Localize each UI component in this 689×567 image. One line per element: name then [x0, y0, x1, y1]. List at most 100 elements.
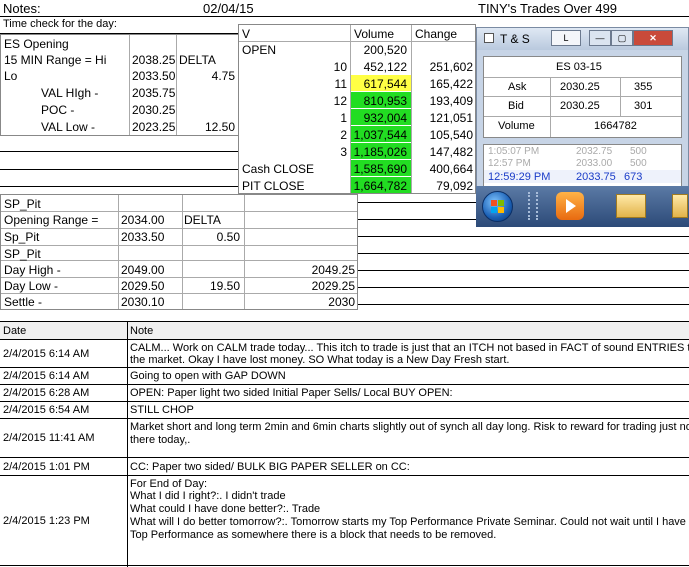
sp-row-extra: 19.50	[209, 279, 240, 293]
media-player-icon[interactable]	[556, 192, 584, 220]
app-icon	[484, 33, 494, 43]
notes-label: Notes:	[3, 1, 41, 16]
window-title: T & S	[500, 32, 530, 46]
trade-price: 2032.75	[576, 146, 613, 157]
log-note-line: For End of Day:	[130, 478, 208, 490]
cash-close-volume: 1,585,690	[353, 162, 407, 176]
taskbar	[476, 186, 689, 227]
log-note-line: What could I have done better?:. Trade	[130, 503, 321, 515]
log-date: 2/4/2015 1:23 PM	[3, 515, 90, 527]
trade-size: 500	[630, 158, 647, 169]
row-volume: 617,544	[363, 77, 407, 91]
es-row-value: 2033.50	[132, 69, 176, 83]
log-note-line: there today,.	[130, 434, 191, 446]
row-v: 12	[333, 94, 347, 108]
log-date: 2/4/2015 6:14 AM	[3, 370, 90, 382]
folder-icon[interactable]	[616, 194, 646, 218]
sp-row-extra: 0.50	[216, 230, 240, 244]
trade-price: 2033.00	[576, 158, 613, 169]
maximize-icon[interactable]: ▢	[611, 30, 633, 46]
pit-close-change: 79,092	[436, 179, 473, 193]
row-change: 251,602	[429, 60, 473, 74]
row-v: 10	[333, 60, 347, 74]
sp-pit-panel: SP_Pit Opening Range = 2034.00 DELTA Sp_…	[0, 194, 358, 310]
time-check-label: Time check for the day:	[3, 18, 117, 30]
grid-line	[0, 169, 240, 170]
es-row-extra: DELTA	[179, 53, 216, 67]
es-opening-panel: ES Opening 15 MIN Range = Hi 2038.25 DEL…	[0, 34, 240, 136]
log-note-line: What will I do better tomorrow?:. Tomorr…	[130, 516, 686, 528]
volume-value: 1664782	[594, 120, 637, 132]
open-volume: 200,520	[363, 43, 407, 57]
log-note-line: STILL CHOP	[130, 404, 194, 416]
trade-price: 2033.75	[576, 171, 616, 183]
log-date: 2/4/2015 6:28 AM	[3, 387, 90, 399]
header-date: 02/04/15	[203, 1, 254, 16]
pit-close-label: PIT CLOSE	[242, 179, 305, 193]
row-v: 2	[340, 128, 347, 142]
es-row-label: 15 MIN Range = Hi	[4, 53, 107, 67]
grid-line	[357, 304, 689, 305]
ask-label: Ask	[508, 81, 527, 93]
row-volume: 1,037,544	[353, 128, 407, 142]
col-header-date: Date	[3, 325, 27, 337]
col-header-volume: Volume	[354, 27, 395, 41]
ask-price: 2030.25	[560, 81, 600, 93]
sp-row-label: Day High -	[4, 263, 61, 277]
row-change: 147,482	[429, 145, 473, 159]
es-row-label: Lo	[4, 69, 18, 83]
sp-row-far: 2029.25	[311, 279, 355, 293]
es-row-value: 2035.75	[132, 86, 176, 100]
row-change: 105,540	[429, 128, 473, 142]
volume-table: V Volume Change OPEN 200,520 10 452,122 …	[238, 24, 476, 194]
grid-line	[357, 270, 689, 271]
sp-row-value: 2030.10	[121, 295, 165, 309]
es-row-extra: 4.75	[211, 69, 235, 83]
sp-row-value: 2029.50	[121, 279, 165, 293]
row-volume: 452,122	[363, 60, 407, 74]
cash-close-label: Cash CLOSE	[242, 162, 315, 176]
row-v: 11	[334, 77, 347, 91]
log-note-line: CALM... Work on CALM trade today... This…	[130, 342, 689, 354]
open-label: OPEN	[242, 43, 277, 57]
log-header-row	[0, 322, 689, 339]
log-note-line: Top Performance as somewhere there is a …	[130, 529, 497, 541]
trades-list[interactable]: 1:05:07 PM 2032.75 500 12:57 PM 2033.00 …	[483, 144, 682, 188]
es-row-value: 2023.25	[132, 120, 176, 134]
folder-icon[interactable]	[672, 194, 688, 218]
sp-row-label: Day Low -	[4, 279, 59, 293]
row-change: 193,409	[429, 94, 473, 108]
close-icon[interactable]: ✕	[633, 30, 673, 46]
bid-label: Bid	[508, 100, 524, 112]
sp-row-value: 2034.00	[121, 213, 165, 227]
col-header-v: V	[242, 27, 251, 41]
grid-line	[0, 186, 240, 187]
grid-line	[0, 16, 689, 17]
log-note-line: OPEN: Paper light two sided Initial Pape…	[130, 387, 453, 399]
start-button-icon[interactable]	[482, 191, 513, 222]
es-row-label: VAL HIgh -	[41, 86, 99, 100]
grid-line	[357, 236, 689, 237]
sp-row-extra: DELTA	[184, 213, 221, 227]
sp-row-far: 2049.25	[311, 263, 355, 277]
quote-panel: ES 03-15 Ask 2030.25 355 Bid 2030.25 301…	[483, 56, 682, 138]
l-button[interactable]: L	[551, 30, 581, 46]
sp-row-label: Settle -	[4, 295, 43, 309]
sp-row-label: SP_Pit	[4, 247, 41, 261]
grid-line	[0, 151, 240, 152]
log-note-line: Going to open with GAP DOWN	[130, 370, 286, 382]
log-date: 2/4/2015 6:14 AM	[3, 348, 90, 360]
es-opening-title: ES Opening	[4, 37, 69, 51]
cash-close-change: 400,664	[429, 162, 473, 176]
volume-label: Volume	[498, 120, 535, 132]
grid-line	[357, 253, 689, 254]
taskbar-grip	[528, 192, 538, 220]
log-note-line: CC: Paper two sided/ BULK BIG PAPER SELL…	[130, 461, 410, 473]
es-row-label: POC -	[41, 103, 75, 117]
bid-price: 2030.25	[560, 100, 600, 112]
es-row-extra: 12.50	[204, 120, 235, 134]
trade-time: 12:57 PM	[488, 158, 531, 169]
window-titlebar[interactable]: T & S L — ▢ ✕	[477, 28, 688, 50]
sp-row-value: 2033.50	[121, 230, 165, 244]
minimize-icon[interactable]: —	[589, 30, 611, 46]
